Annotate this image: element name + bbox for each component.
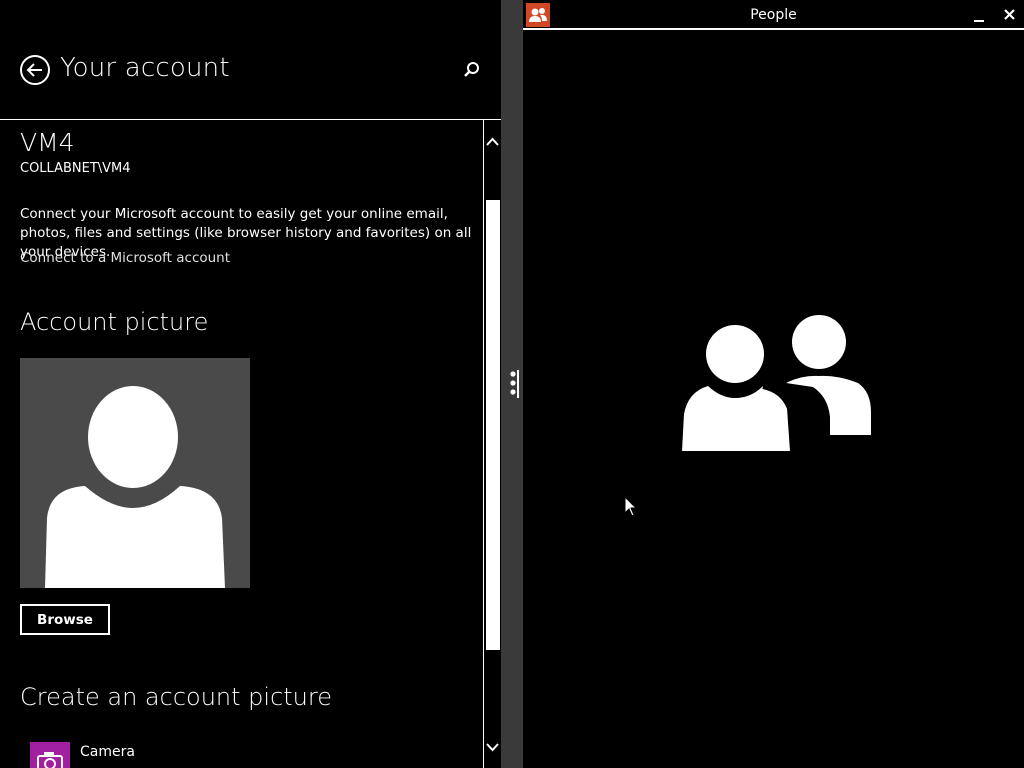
close-button[interactable] [999, 4, 1021, 26]
snap-splitter[interactable] [501, 0, 523, 768]
connect-microsoft-account-link[interactable]: Connect to a Microsoft account [20, 250, 230, 266]
app-titlebar: People [523, 0, 1024, 30]
back-arrow-icon [26, 63, 42, 77]
default-user-avatar-icon [45, 386, 225, 588]
create-picture-heading: Create an account picture [20, 683, 332, 711]
account-picture [20, 358, 250, 588]
people-app-pane: People [523, 0, 1024, 768]
camera-icon [30, 742, 70, 768]
chevron-up-icon [486, 137, 499, 146]
back-button[interactable] [20, 55, 50, 85]
user-domain: COLLABNET\VM4 [20, 161, 131, 176]
minimize-icon [974, 20, 984, 22]
page-title: Your account [60, 53, 230, 83]
chevron-down-icon [486, 743, 499, 752]
app-title: People [750, 7, 797, 23]
camera-app-item[interactable]: Camera [30, 742, 230, 768]
account-picture-heading: Account picture [20, 308, 209, 336]
search-icon [464, 62, 479, 77]
settings-content: VM4 COLLABNET\VM4 Connect your Microsoft… [0, 120, 483, 768]
settings-pane: Your account VM4 COLLABNET\VM4 Connect y… [0, 0, 501, 768]
grip-handle-icon [510, 370, 519, 398]
vertical-scrollbar[interactable] [483, 120, 501, 768]
people-logo-icon [682, 315, 871, 452]
close-icon [1004, 9, 1015, 20]
scroll-up-button[interactable] [484, 132, 501, 152]
mouse-cursor-icon [624, 496, 638, 517]
camera-label: Camera [80, 744, 135, 760]
user-name: VM4 [20, 128, 75, 157]
settings-header: Your account [0, 0, 501, 120]
scroll-thumb[interactable] [486, 200, 500, 650]
minimize-button[interactable] [969, 4, 991, 26]
browse-button[interactable]: Browse [20, 604, 110, 635]
search-button[interactable] [462, 60, 482, 80]
scroll-down-button[interactable] [484, 737, 501, 757]
